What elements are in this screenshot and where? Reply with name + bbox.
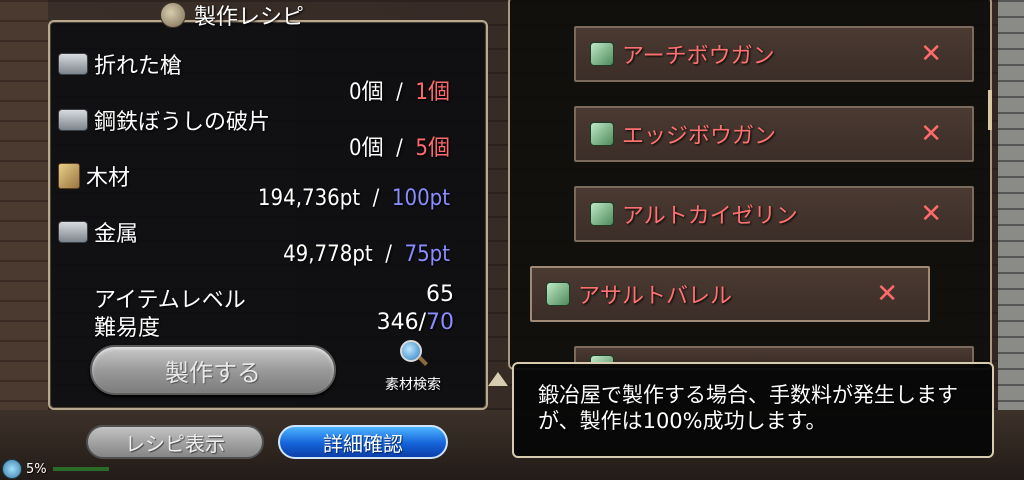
quantity-separator: / xyxy=(372,186,380,211)
material-need: 1個 xyxy=(415,80,450,105)
message-text: 鍛冶屋で製作する場合、手数料が発生しますが、製作は100%成功します。 xyxy=(538,383,958,433)
material-have: 0個 xyxy=(348,136,384,161)
recipe-show-button[interactable]: レシピ表示 xyxy=(86,425,264,459)
recipe-name: エッジボウガン xyxy=(622,124,777,149)
difficulty-separator: / xyxy=(418,310,426,335)
background-wall-right xyxy=(998,0,1024,480)
crossbow-icon xyxy=(590,42,614,66)
metal-ingot-icon xyxy=(58,221,88,243)
status-percent: 5% xyxy=(26,461,47,477)
material-quantity: 49,778pt / 75pt xyxy=(283,242,450,267)
recipe-name: アルトカイゼリン xyxy=(622,204,798,229)
craft-button[interactable]: 製作する xyxy=(90,345,336,395)
recipe-list-item-selected[interactable]: アサルトバレル ✕ xyxy=(530,266,930,322)
material-need: 5個 xyxy=(415,136,450,161)
unavailable-x-icon: ✕ xyxy=(920,199,942,229)
material-have: 194,736pt xyxy=(257,186,361,211)
recipe-book-icon xyxy=(160,2,186,28)
recipe-name: アーチボウガン xyxy=(622,44,775,69)
metal-ingot-icon xyxy=(58,53,88,75)
status-indicator: 5% xyxy=(0,458,120,480)
material-quantity: 0個 / 5個 xyxy=(349,130,450,162)
crossbow-icon xyxy=(590,202,614,226)
material-quantity: 194,736pt / 100pt xyxy=(258,186,450,211)
recipe-list-item[interactable]: エッジボウガン ✕ xyxy=(574,106,974,162)
material-have: 49,778pt xyxy=(283,242,373,267)
quantity-separator: / xyxy=(396,136,403,161)
material-row: 木材 xyxy=(58,160,130,192)
quantity-separator: / xyxy=(396,80,403,105)
detail-button[interactable]: 詳細確認 xyxy=(278,425,448,459)
unavailable-x-icon: ✕ xyxy=(876,279,898,309)
status-orb-icon xyxy=(2,459,22,479)
crossbow-icon xyxy=(590,122,614,146)
material-search-button[interactable]: 素材検索 xyxy=(368,340,458,400)
material-need: 100pt xyxy=(391,186,450,211)
message-pointer xyxy=(488,372,508,386)
material-have: 0個 xyxy=(348,80,384,105)
wood-icon xyxy=(58,163,80,189)
unavailable-x-icon: ✕ xyxy=(920,119,942,149)
panel-title-text: 製作レシピ xyxy=(194,5,305,30)
material-name: 鋼鉄ぼうしの破片 xyxy=(94,110,271,135)
item-level-value: 65 xyxy=(426,282,454,307)
material-search-label: 素材検索 xyxy=(385,377,441,393)
crossbow-icon xyxy=(546,282,570,306)
material-row: 鋼鉄ぼうしの破片 xyxy=(58,104,270,136)
difficulty-max: 70 xyxy=(426,310,454,335)
recipe-list-item[interactable]: アルトカイゼリン ✕ xyxy=(574,186,974,242)
material-quantity: 0個 / 1個 xyxy=(349,74,450,106)
status-gauge xyxy=(52,467,109,471)
difficulty-value: 346/70 xyxy=(377,310,454,335)
material-name: 金属 xyxy=(94,222,139,247)
recipe-name: アサルトバレル xyxy=(578,284,733,309)
material-name: 折れた槍 xyxy=(94,54,183,79)
material-row: 折れた槍 xyxy=(58,48,182,80)
difficulty-label: 難易度 xyxy=(94,316,161,341)
quantity-separator: / xyxy=(385,242,392,267)
panel-title: 製作レシピ xyxy=(160,0,350,30)
list-scrollbar[interactable] xyxy=(988,90,992,130)
background-wall-left xyxy=(0,0,48,480)
material-row: 金属 xyxy=(58,216,138,248)
material-name: 木材 xyxy=(86,166,131,191)
unavailable-x-icon: ✕ xyxy=(920,39,942,69)
magnifier-icon xyxy=(398,340,428,370)
recipe-list-item[interactable]: アーチボウガン ✕ xyxy=(574,26,974,82)
difficulty-current: 346 xyxy=(376,310,419,335)
metal-ingot-icon xyxy=(58,109,88,131)
material-need: 75pt xyxy=(404,242,450,267)
